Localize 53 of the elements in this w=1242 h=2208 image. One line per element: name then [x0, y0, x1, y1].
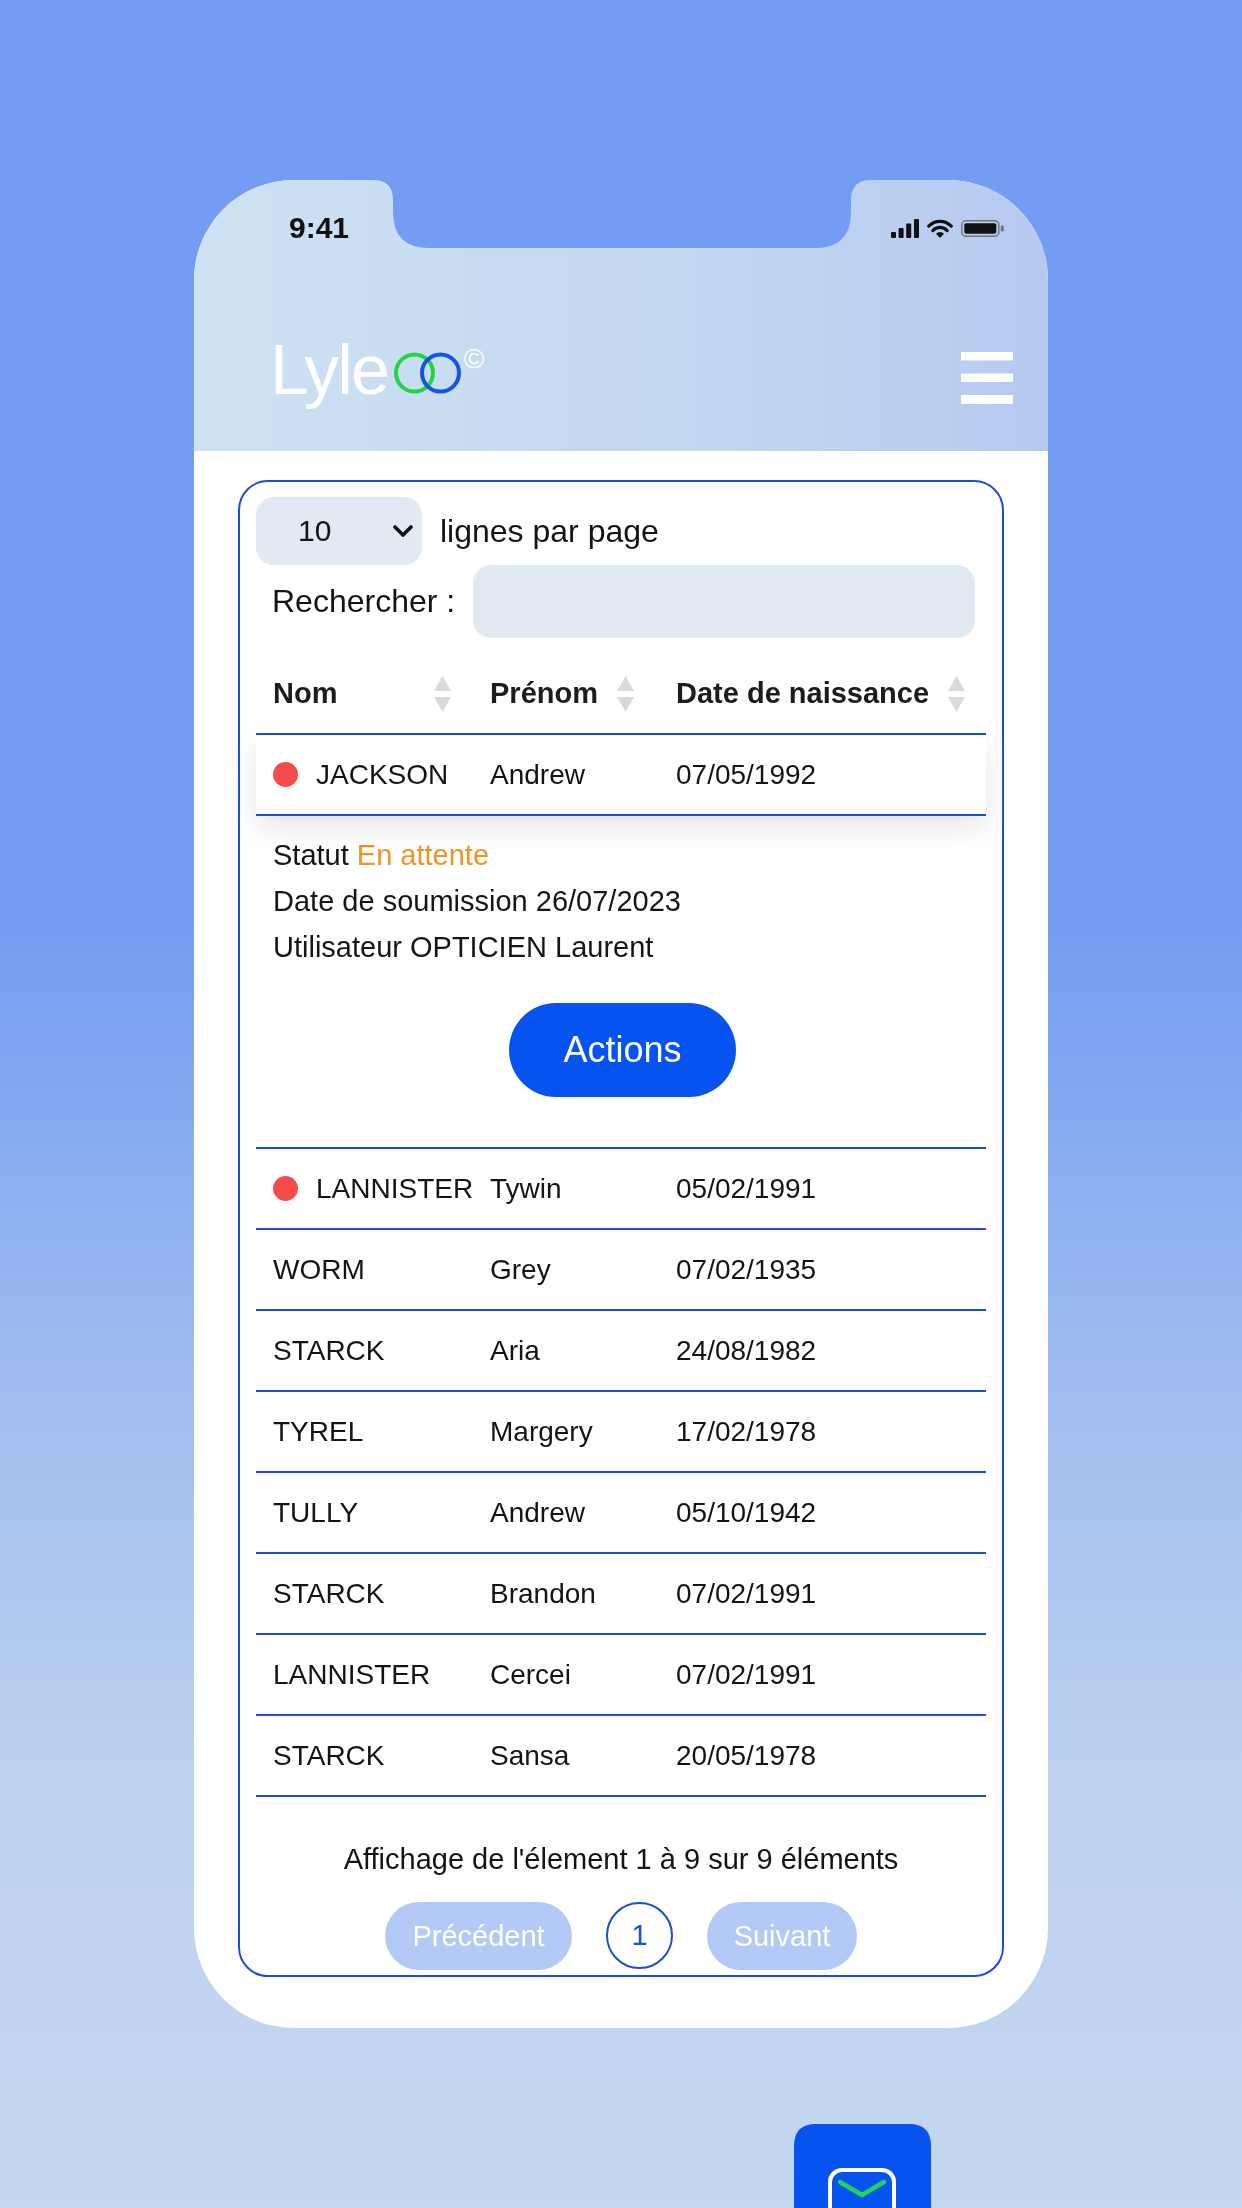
table-cell: 07/02/1991 — [676, 1658, 817, 1691]
table-cell: Brandon — [490, 1577, 596, 1610]
column-header[interactable]: Date de naissance — [655, 638, 986, 733]
table-cell: TYREL — [273, 1415, 364, 1448]
actions-button[interactable]: Actions — [509, 1003, 736, 1097]
battery-icon — [961, 219, 1004, 237]
signal-icon — [891, 218, 919, 238]
pagination-info: Affichage de l'élement 1 à 9 sur 9 éléments — [342, 1842, 900, 1877]
detail-line: Utilisateur OPTICIEN Laurent — [273, 930, 655, 965]
table-cell: 07/05/1992 — [676, 758, 817, 791]
table-cell: Andrew — [490, 1496, 585, 1529]
search-label: Rechercher : — [271, 583, 456, 620]
table-cell: LANNISTER — [316, 1172, 474, 1205]
table-cell: 07/02/1991 — [676, 1577, 817, 1610]
table-cell: Aria — [490, 1334, 540, 1367]
status-time: 9:41 — [289, 210, 350, 246]
table-cell: WORM — [273, 1253, 365, 1286]
table-cell: Cercei — [490, 1658, 571, 1691]
wifi-icon — [927, 218, 953, 238]
menu-icon[interactable] — [961, 352, 1013, 404]
table-cell: LANNISTER — [273, 1658, 431, 1691]
page-number-button[interactable]: 1 — [606, 1902, 673, 1969]
table-cell: Sansa — [490, 1739, 570, 1772]
table-row[interactable]: JACKSON Andrew 07/05/1992 — [256, 735, 986, 816]
table-cell: 05/02/1991 — [676, 1172, 817, 1205]
page-size-select[interactable]: 10 — [256, 497, 422, 565]
table-cell: 07/02/1935 — [676, 1253, 817, 1286]
envelope-icon — [794, 2124, 931, 2208]
search-field[interactable] — [473, 565, 975, 638]
table-cell: TULLY — [273, 1496, 359, 1529]
table-cell: Grey — [490, 1253, 551, 1286]
table-cell: Tywin — [490, 1172, 562, 1205]
copyright-mark: © — [463, 345, 485, 373]
table-cell: 17/02/1978 — [676, 1415, 817, 1448]
chevron-down-icon — [393, 524, 413, 538]
table-cell: Margery — [490, 1415, 593, 1448]
column-header[interactable]: Nom — [256, 638, 476, 733]
table-cell: 24/08/1982 — [676, 1334, 817, 1367]
sort-icon — [948, 675, 965, 712]
table-cell: 20/05/1978 — [676, 1739, 817, 1772]
table-cell: STARCK — [273, 1739, 385, 1772]
detail-line: Date de soumission 26/07/2023 — [273, 884, 682, 919]
table-cell: Andrew — [490, 758, 585, 791]
page-size-label: lignes par page — [440, 512, 659, 550]
sort-icon — [434, 675, 451, 712]
detail-line: Statut En attente — [273, 838, 491, 873]
rings-icon — [393, 352, 461, 394]
table-cell: JACKSON — [316, 758, 449, 791]
column-header[interactable]: Prénom — [476, 638, 655, 733]
table-cell: STARCK — [273, 1577, 385, 1610]
table-cell: 05/10/1942 — [676, 1496, 817, 1529]
sort-icon — [617, 675, 634, 712]
table-cell: STARCK — [273, 1334, 385, 1367]
